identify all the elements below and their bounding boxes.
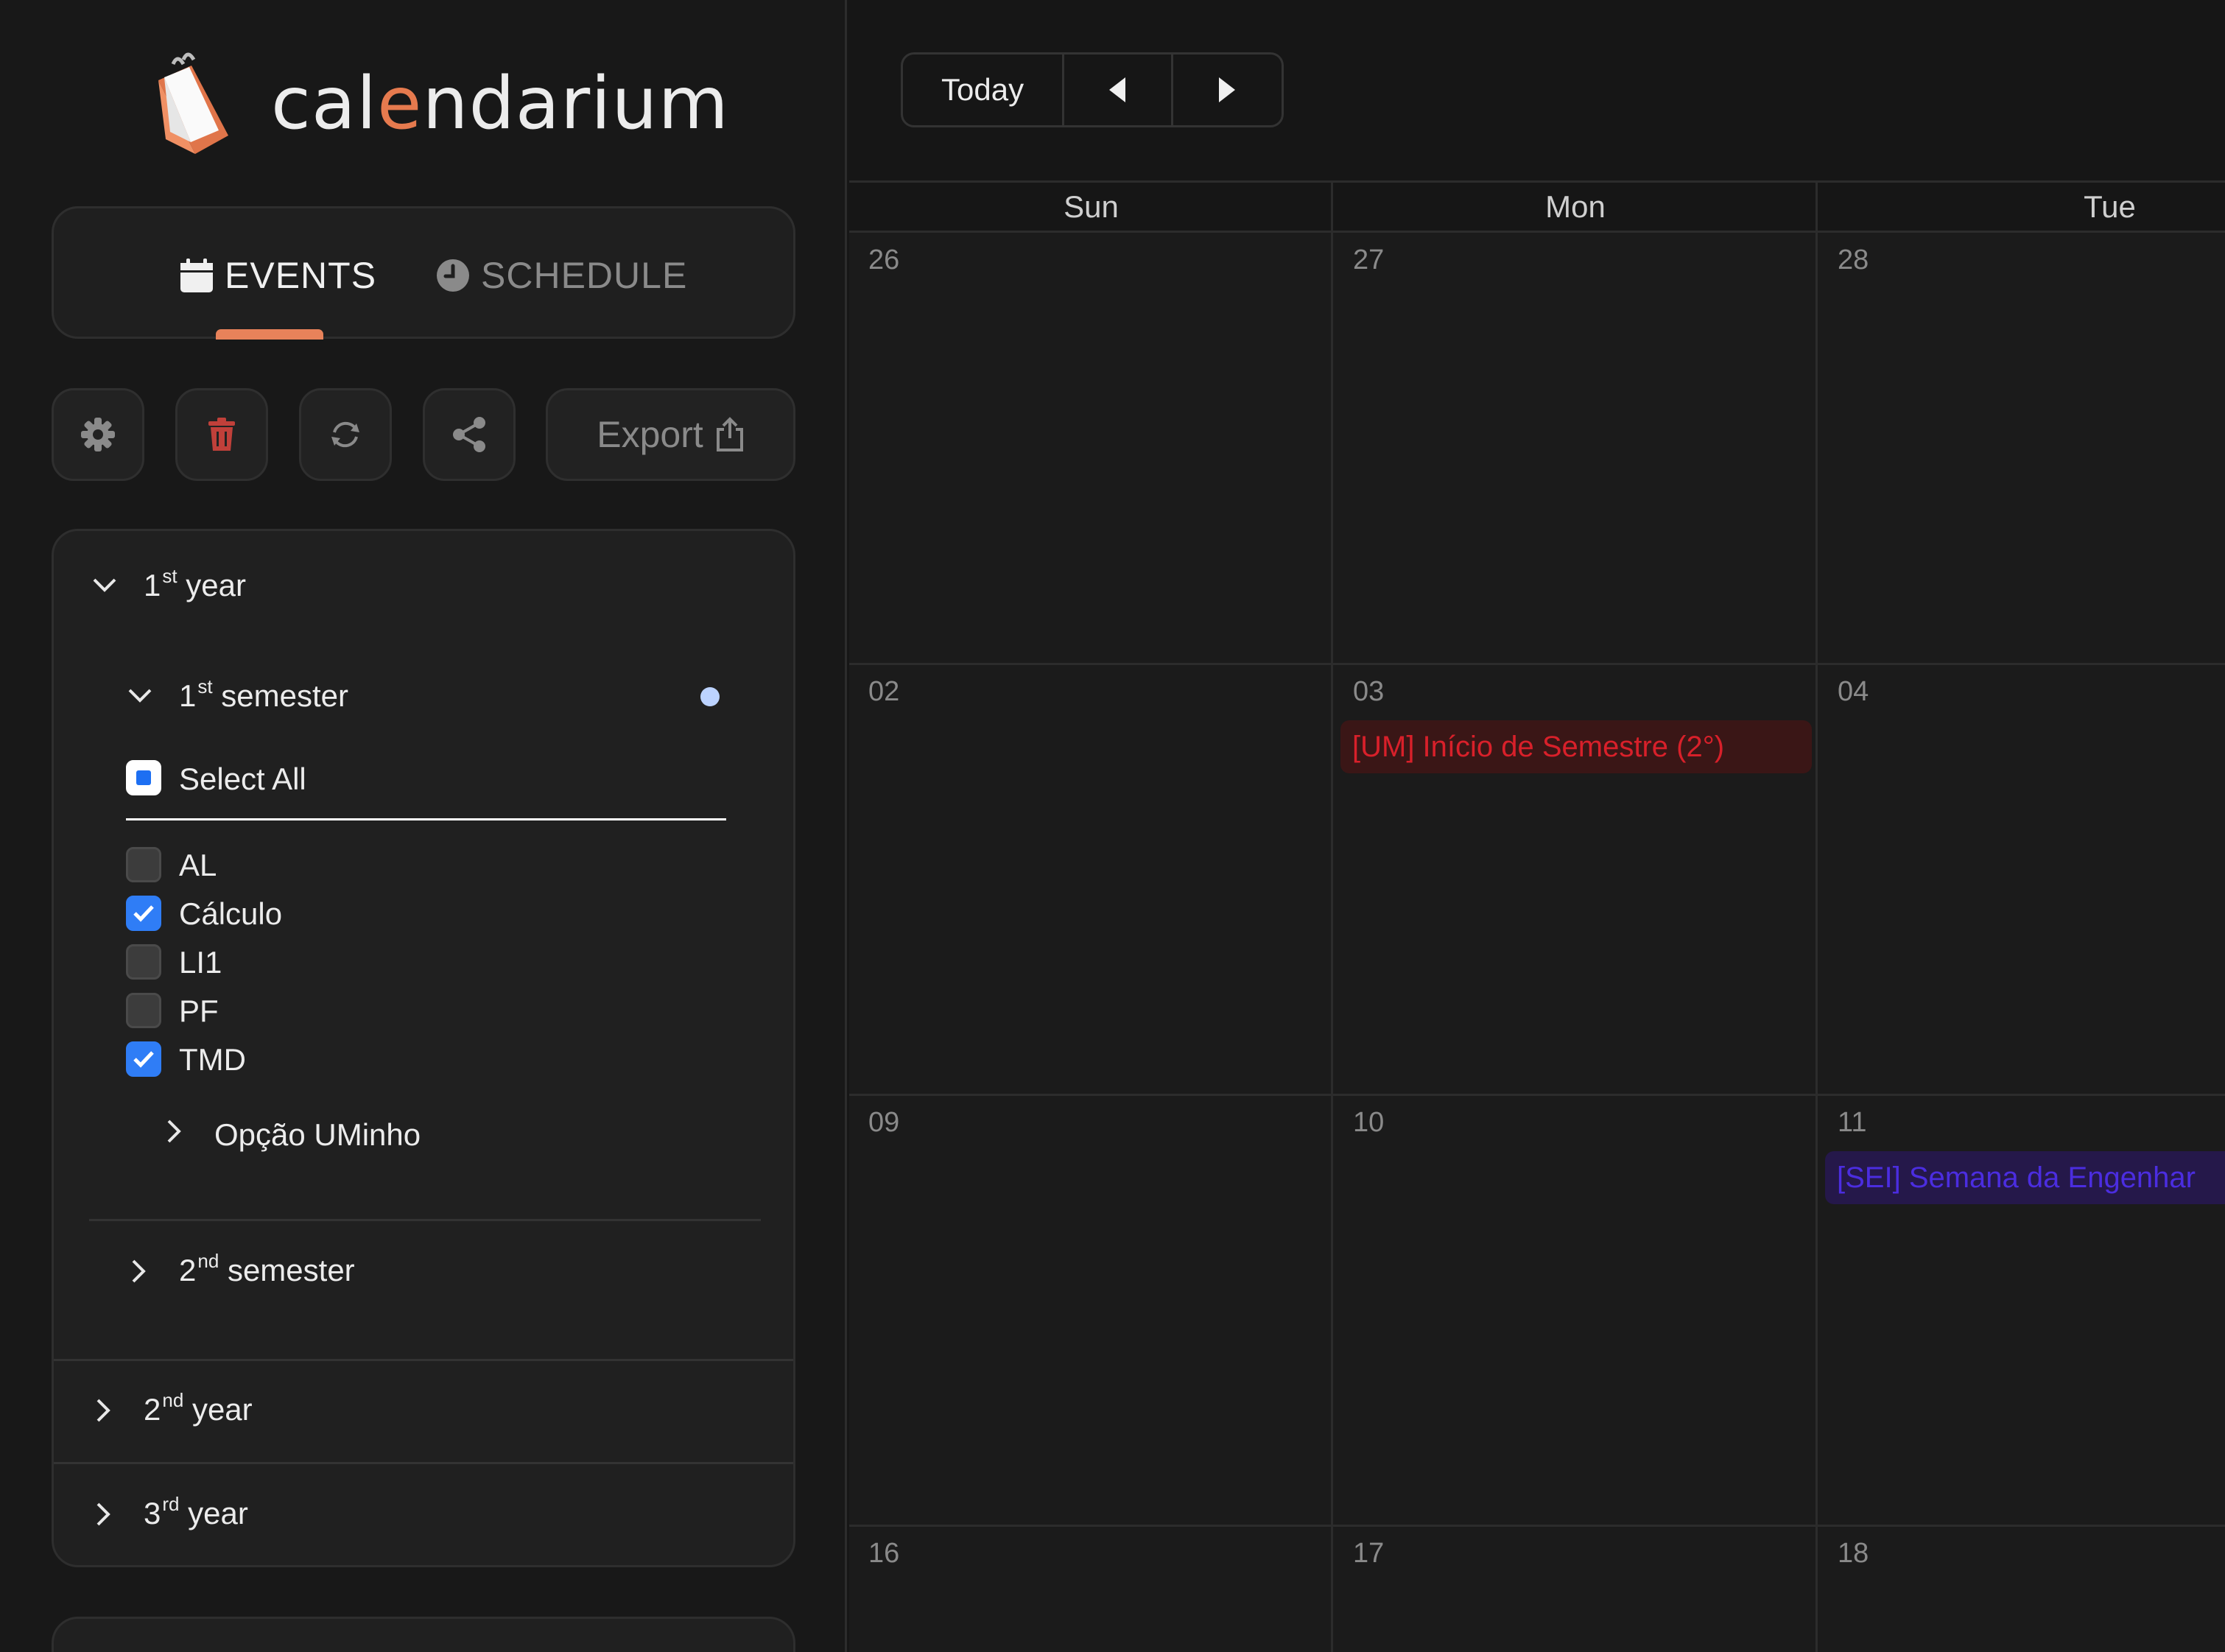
tab-events-label: EVENTS (225, 255, 377, 296)
calendar-event[interactable]: [UM] Início de Semestre (2°) (1340, 720, 1812, 773)
day-cell-number[interactable]: 10 (1353, 1107, 1384, 1139)
trash-icon (208, 418, 235, 451)
semester-2-toggle[interactable]: 2nd semester (179, 1251, 355, 1288)
row-divider (849, 1094, 2225, 1096)
next-button[interactable] (1173, 55, 1282, 125)
secondary-panel (52, 1617, 795, 1652)
chevron-right-icon[interactable] (130, 1259, 147, 1284)
grid-background (849, 233, 2225, 1652)
calendar-logo-icon (158, 52, 228, 154)
weekday-header: Tue (1818, 183, 2225, 233)
gear-icon (81, 418, 115, 451)
filter-tree: 1st year 1st semester Select All AL Cálc… (52, 529, 795, 1567)
subject-label: LI1 (179, 945, 222, 980)
day-cell-number[interactable]: 17 (1353, 1538, 1384, 1570)
year-divider (54, 1462, 793, 1464)
tab-schedule-label: SCHEDULE (481, 255, 688, 296)
column-divider (1815, 183, 1818, 1652)
tab-events[interactable]: EVENTS (179, 253, 376, 298)
triangle-right-icon (1219, 77, 1236, 102)
year-1-toggle[interactable]: 1st year (144, 566, 246, 603)
subject-checkbox-calculo[interactable] (126, 896, 161, 931)
weekday-header: Mon (1333, 183, 1818, 233)
year-divider (54, 1359, 793, 1361)
select-all-divider (126, 818, 726, 820)
export-label: Export (597, 414, 703, 455)
day-cell-number[interactable]: 18 (1838, 1538, 1869, 1570)
subject-label: Cálculo (179, 896, 283, 931)
chevron-down-icon[interactable] (92, 577, 117, 593)
triangle-left-icon (1109, 77, 1126, 102)
chevron-right-icon[interactable] (95, 1398, 111, 1423)
day-cell-number[interactable]: 27 (1353, 245, 1384, 276)
month-grid: Sun Mon Tue 26 27 28 02 03 04 09 10 11 1… (849, 180, 2225, 1652)
selection-indicator-dot (700, 687, 720, 706)
sidebar: calendarium EVENTS SCHEDULE Export 1st y… (0, 0, 847, 1652)
day-cell-number[interactable]: 26 (868, 245, 899, 276)
tab-schedule[interactable]: SCHEDULE (435, 253, 687, 298)
semester-divider (89, 1219, 761, 1221)
refresh-icon (331, 421, 359, 448)
subject-label: TMD (179, 1042, 246, 1077)
semester-1-toggle[interactable]: 1st semester (179, 677, 348, 714)
row-divider (849, 1525, 2225, 1527)
subject-checkbox-pf[interactable] (126, 993, 161, 1028)
row-divider (849, 663, 2225, 665)
share-icon (453, 417, 485, 452)
calendar-view: Today Sun Mon Tue 26 27 28 02 03 04 09 1… (849, 0, 2225, 1652)
day-cell-number[interactable]: 02 (868, 676, 899, 708)
chevron-right-icon[interactable] (166, 1119, 182, 1144)
today-button[interactable]: Today (903, 55, 1065, 125)
day-cell-number[interactable]: 28 (1838, 245, 1869, 276)
select-all-label: Select All (179, 762, 306, 796)
checkmark-icon (133, 905, 154, 922)
upload-icon (716, 417, 743, 451)
weekday-header: Sun (849, 183, 1333, 233)
subject-label: PF (179, 994, 219, 1028)
export-button[interactable]: Export (546, 388, 795, 481)
day-cell-number[interactable]: 04 (1838, 676, 1869, 708)
subject-label: AL (179, 848, 217, 882)
clock-icon (437, 259, 469, 292)
subject-checkbox-al[interactable] (126, 847, 161, 882)
day-cell-number[interactable]: 09 (868, 1107, 899, 1139)
active-tab-indicator (216, 329, 323, 340)
refresh-button[interactable] (299, 388, 392, 481)
day-cell-number[interactable]: 11 (1838, 1107, 1866, 1139)
column-divider (1331, 183, 1333, 1652)
previous-button[interactable] (1064, 55, 1173, 125)
subject-checkbox-tmd[interactable] (126, 1041, 161, 1077)
share-button[interactable] (423, 388, 516, 481)
checkmark-icon (133, 1051, 154, 1068)
view-tabs: EVENTS SCHEDULE (52, 206, 795, 340)
calendar-icon (180, 259, 213, 292)
year-3-toggle[interactable]: 3rd year (144, 1494, 248, 1531)
calendar-event[interactable]: [SEI] Semana da Engenhar (1825, 1151, 2225, 1204)
subject-checkbox-li1[interactable] (126, 944, 161, 980)
chevron-down-icon[interactable] (127, 687, 152, 703)
select-all-checkbox[interactable] (126, 760, 161, 795)
year-2-toggle[interactable]: 2nd year (144, 1391, 253, 1427)
chevron-right-icon[interactable] (95, 1502, 111, 1527)
day-cell-number[interactable]: 16 (868, 1538, 899, 1570)
option-group-toggle[interactable]: Opção UMinho (214, 1117, 421, 1153)
day-cell-number[interactable]: 03 (1353, 676, 1384, 708)
calendar-navigation: Today (901, 52, 1284, 127)
app-logo[interactable]: calendarium (151, 49, 729, 159)
settings-button[interactable] (52, 388, 144, 481)
delete-button[interactable] (175, 388, 268, 481)
app-name: calendarium (271, 62, 729, 146)
